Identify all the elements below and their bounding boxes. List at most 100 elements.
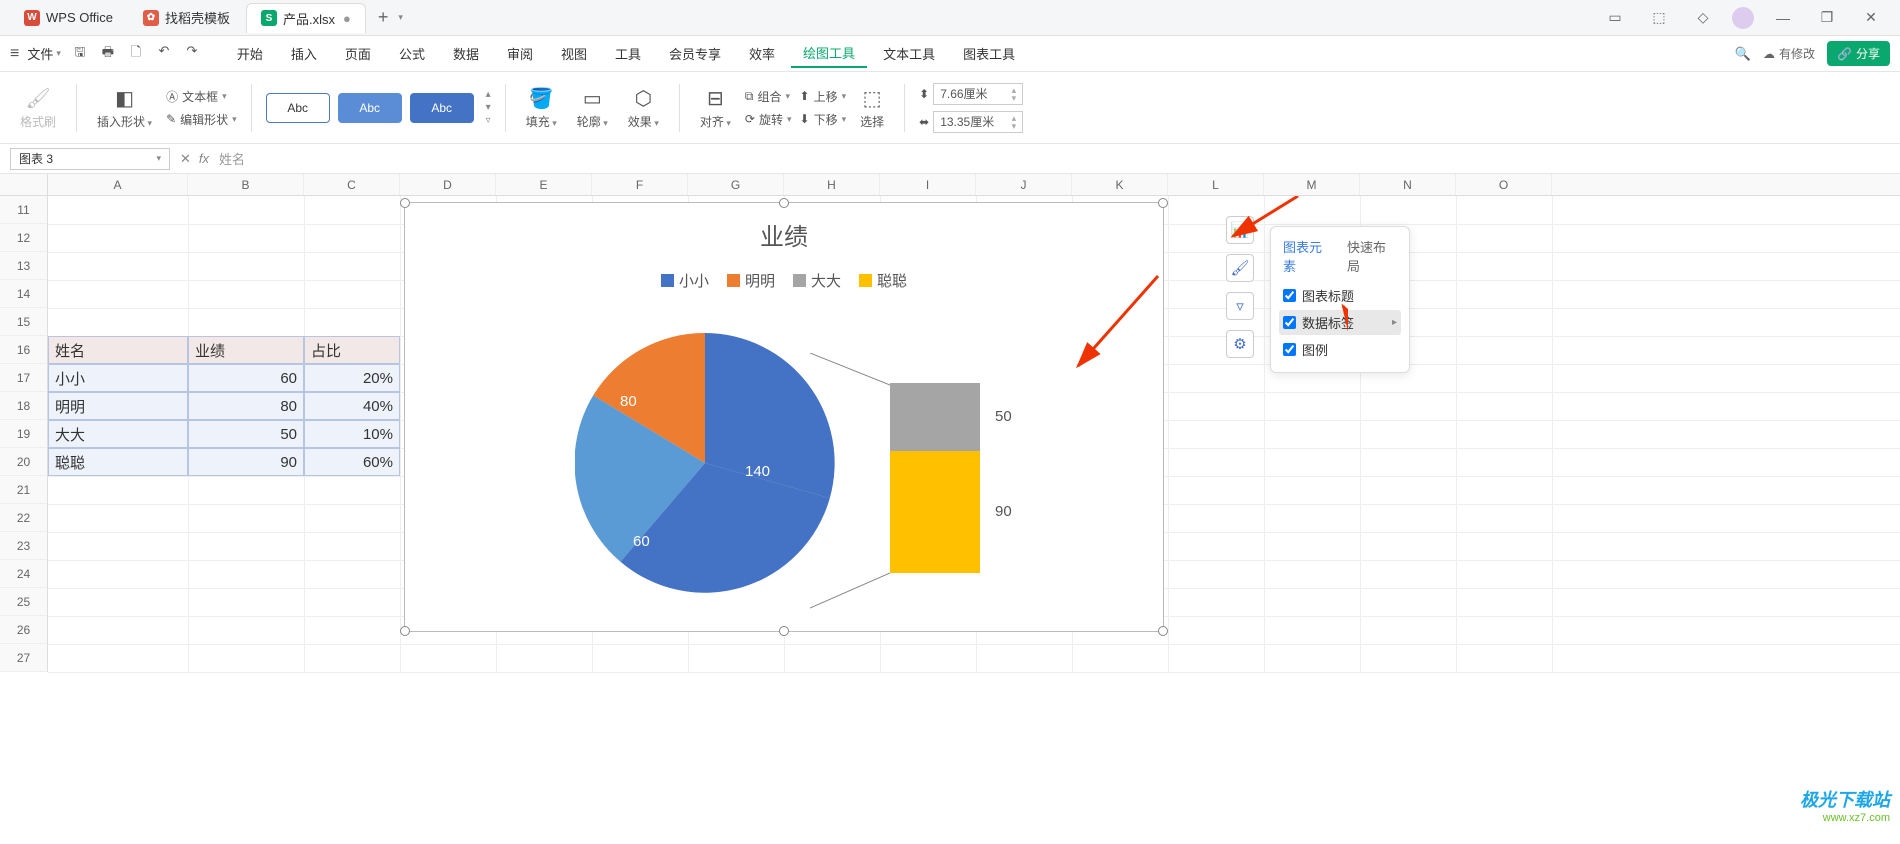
menu-efficiency[interactable]: 效率	[737, 40, 787, 67]
row-header[interactable]: 21	[0, 476, 47, 504]
row-header[interactable]: 16	[0, 336, 47, 364]
formula-input[interactable]: 姓名	[219, 149, 245, 168]
file-menu[interactable]: 文件▾	[27, 44, 61, 63]
col-header[interactable]: C	[304, 174, 400, 195]
row-header[interactable]: 17	[0, 364, 47, 392]
col-header[interactable]: A	[48, 174, 188, 195]
select-all-corner[interactable]	[0, 174, 48, 195]
appbar-icon-2[interactable]: ⬚	[1644, 9, 1674, 26]
table-cell[interactable]: 50	[188, 420, 304, 448]
edit-shape-button[interactable]: ✎编辑形状▾	[166, 111, 237, 128]
col-header[interactable]: O	[1456, 174, 1552, 195]
height-input[interactable]: 7.66厘米▴▾	[933, 83, 1023, 105]
tab-template[interactable]: ✿ 找稻壳模板	[129, 3, 244, 33]
chk-legend[interactable]: 图例	[1283, 337, 1397, 362]
effect-button[interactable]: ⬡效果 ▾	[622, 85, 665, 130]
row-header[interactable]: 23	[0, 532, 47, 560]
style-preset-1[interactable]: Abc	[266, 93, 330, 123]
table-cell[interactable]: 80	[188, 392, 304, 420]
col-header[interactable]: K	[1072, 174, 1168, 195]
menu-vip[interactable]: 会员专享	[657, 40, 733, 67]
avatar[interactable]	[1732, 7, 1754, 29]
name-box[interactable]: 图表 3▾	[10, 148, 170, 170]
window-maximize[interactable]: ❐	[1812, 9, 1842, 26]
spreadsheet-grid[interactable]: A B C D E F G H I J K L M N O 1112131415…	[0, 174, 1900, 810]
menu-drawtools[interactable]: 绘图工具	[791, 39, 867, 68]
fill-button[interactable]: 🪣填充 ▾	[520, 85, 563, 130]
table-cell[interactable]: 小小	[48, 364, 188, 392]
hamburger-icon[interactable]: ≡	[10, 45, 19, 63]
col-header[interactable]: N	[1360, 174, 1456, 195]
chart-elements-button[interactable]: 📊	[1226, 216, 1254, 244]
style-preset-2[interactable]: Abc	[338, 93, 402, 123]
row-header[interactable]: 11	[0, 196, 47, 224]
resize-handle[interactable]	[779, 198, 789, 208]
table-cell[interactable]: 40%	[304, 392, 400, 420]
fx-icon[interactable]: fx	[199, 151, 209, 166]
row-header[interactable]: 26	[0, 616, 47, 644]
col-header[interactable]: H	[784, 174, 880, 195]
chk-data-labels[interactable]: 数据标签▸	[1279, 310, 1401, 335]
style-preset-3[interactable]: Abc	[410, 93, 474, 123]
menu-start[interactable]: 开始	[225, 40, 275, 67]
rotate-button[interactable]: ⟳旋转▾	[745, 111, 792, 128]
resize-handle[interactable]	[1158, 198, 1168, 208]
col-header[interactable]: L	[1168, 174, 1264, 195]
chart-style-button[interactable]: 🖌	[1226, 254, 1254, 282]
col-header[interactable]: B	[188, 174, 304, 195]
table-header[interactable]: 占比	[304, 336, 400, 364]
menu-page[interactable]: 页面	[333, 40, 383, 67]
qa-save-icon[interactable]: 🖫	[71, 43, 89, 65]
modify-status[interactable]: ☁有修改	[1763, 45, 1815, 62]
col-header[interactable]: M	[1264, 174, 1360, 195]
menu-formula[interactable]: 公式	[387, 40, 437, 67]
row-header[interactable]: 13	[0, 252, 47, 280]
popup-tab-layout[interactable]: 快速布局	[1347, 237, 1397, 275]
col-header[interactable]: E	[496, 174, 592, 195]
chart-settings-button[interactable]: ⚙	[1226, 330, 1254, 358]
chart-filter-button[interactable]: ▿	[1226, 292, 1254, 320]
col-header[interactable]: G	[688, 174, 784, 195]
cancel-icon[interactable]: ✕	[180, 151, 191, 167]
table-cell[interactable]: 10%	[304, 420, 400, 448]
col-header[interactable]: D	[400, 174, 496, 195]
menu-texttools[interactable]: 文本工具	[871, 40, 947, 67]
table-cell[interactable]: 明明	[48, 392, 188, 420]
row-header[interactable]: 14	[0, 280, 47, 308]
group-button[interactable]: ⧉组合▾	[745, 88, 792, 105]
appbar-icon-1[interactable]: ▭	[1600, 9, 1630, 26]
appbar-icon-3[interactable]: ◇	[1688, 9, 1718, 26]
menu-data[interactable]: 数据	[441, 40, 491, 67]
chart-object[interactable]: 业绩 小小 明明 大大 聪聪 140	[404, 202, 1164, 632]
tab-close-icon[interactable]: ●	[343, 11, 351, 26]
table-cell[interactable]: 90	[188, 448, 304, 476]
menu-insert[interactable]: 插入	[279, 40, 329, 67]
col-header[interactable]: I	[880, 174, 976, 195]
bar-of-pie[interactable]: 50 90	[890, 383, 980, 573]
menu-review[interactable]: 审阅	[495, 40, 545, 67]
tab-document[interactable]: S 产品.xlsx ●	[246, 3, 366, 33]
row-header[interactable]: 18	[0, 392, 47, 420]
row-header[interactable]: 25	[0, 588, 47, 616]
outline-button[interactable]: ▭轮廓 ▾	[571, 85, 614, 130]
col-header[interactable]: F	[592, 174, 688, 195]
table-cell[interactable]: 大大	[48, 420, 188, 448]
tab-app[interactable]: W WPS Office	[10, 3, 127, 33]
resize-handle[interactable]	[1158, 626, 1168, 636]
popup-tab-elements[interactable]: 图表元素	[1283, 237, 1333, 275]
chart-legend[interactable]: 小小 明明 大大 聪聪	[405, 270, 1163, 291]
menu-charttools[interactable]: 图表工具	[951, 40, 1027, 67]
align-button[interactable]: ⊟对齐 ▾	[694, 85, 737, 130]
table-cell[interactable]: 60%	[304, 448, 400, 476]
menu-view[interactable]: 视图	[549, 40, 599, 67]
row-header[interactable]: 20	[0, 448, 47, 476]
row-header[interactable]: 19	[0, 420, 47, 448]
table-header[interactable]: 姓名	[48, 336, 188, 364]
table-cell[interactable]: 60	[188, 364, 304, 392]
table-cell[interactable]: 20%	[304, 364, 400, 392]
window-close[interactable]: ✕	[1856, 9, 1886, 26]
window-minimize[interactable]: —	[1768, 10, 1798, 26]
qa-undo-icon[interactable]: ↶	[155, 43, 173, 65]
table-cell[interactable]: 聪聪	[48, 448, 188, 476]
resize-handle[interactable]	[779, 626, 789, 636]
